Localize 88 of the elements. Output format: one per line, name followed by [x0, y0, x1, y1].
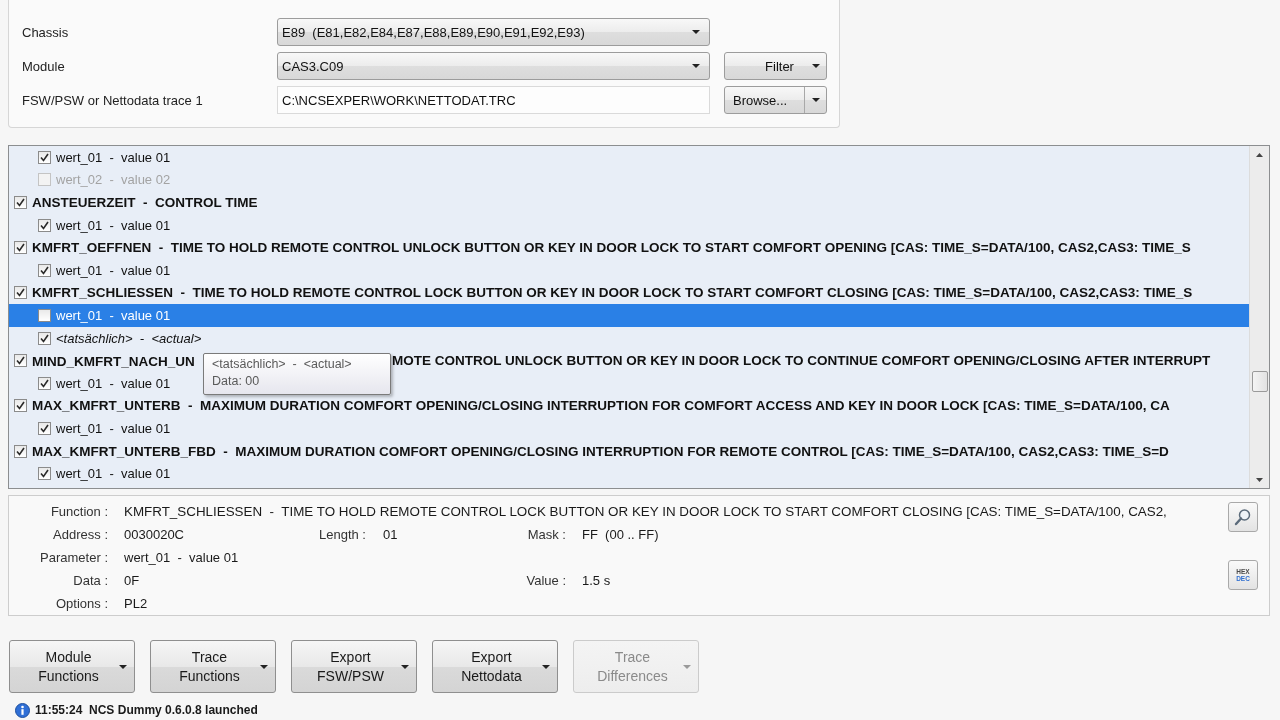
- caret-icon: [812, 64, 820, 68]
- tree-item-label[interactable]: MIND_KMFRT_NACH_UN: [32, 353, 195, 369]
- detail-value: FF (00 .. FF): [582, 527, 659, 542]
- caret-icon: [692, 64, 700, 68]
- tree-item-label[interactable]: wert_01 - value 01: [56, 262, 171, 278]
- browse-button[interactable]: Browse...: [724, 86, 827, 114]
- detail-label: Address :: [53, 527, 109, 542]
- checkbox[interactable]: [38, 263, 51, 277]
- checkmark-icon: [40, 220, 49, 230]
- checkbox[interactable]: [38, 331, 51, 345]
- detail-value: 01: [383, 527, 398, 542]
- checkmark-icon: [40, 152, 49, 162]
- text-field[interactable]: C:\NCSEXPER\WORK\NETTODAT.TRC: [277, 86, 710, 114]
- tree-item-label[interactable]: KMFRT_OEFFNEN - TIME TO HOLD REMOTE CONTROL UNLOCK BUTTON OR KEY IN DOOR LOCK TO START COMFORT OPENING [CAS: TIME_S=DATA/100, CAS2,CAS3: TIME_S: [32, 240, 1191, 256]
- detail-value: 0030020C: [124, 527, 184, 542]
- tree-item-label[interactable]: <tatsächlich> - <actual>: [56, 330, 202, 346]
- detail-label: Mask :: [527, 527, 567, 542]
- checkbox[interactable]: [14, 241, 27, 255]
- tree-item-label[interactable]: KMFRT_SCHLIESSEN - TIME TO HOLD REMOTE CONTROL LOCK BUTTON OR KEY IN DOOR LOCK TO START COMFORT CLOSING [CAS: TIME_S=DATA/100, CAS2,CAS3: TIME_S: [32, 285, 1193, 301]
- checkmark-icon: [16, 288, 25, 298]
- tree-item-label[interactable]: ANSTEUERZEIT - CONTROL TIME: [32, 195, 258, 210]
- dropdown[interactable]: CAS3.C09: [277, 52, 710, 80]
- menu-button[interactable]: Module Functions: [9, 640, 135, 693]
- checkmark-icon: [40, 378, 49, 388]
- tree-item-label[interactable]: wert_01 - value 01: [56, 420, 171, 436]
- tree-item-label[interactable]: MAX_KMFRT_UNTERB - MAXIMUM DURATION COMFORT OPENING/CLOSING INTERRUPTION FOR COMFORT ACCESS AND KEY IN DOOR LOCK [CAS: TIME_S=DATA/100, CA: [32, 398, 1170, 414]
- caret-icon: [683, 664, 691, 669]
- field-label: Chassis: [22, 24, 69, 40]
- caret-icon: [692, 30, 700, 34]
- checkmark-icon: [40, 333, 49, 343]
- field-label: FSW/PSW or Nettodata trace 1: [22, 92, 203, 108]
- checkbox[interactable]: [38, 308, 51, 322]
- caret-icon: [542, 664, 550, 669]
- menu-button[interactable]: Export FSW/PSW: [291, 640, 417, 693]
- caret-down-icon: [1256, 477, 1263, 482]
- checkmark-icon: [16, 243, 25, 253]
- tree-item-label[interactable]: wert_01 - value 01: [56, 149, 171, 165]
- caret-icon: [119, 664, 127, 669]
- tree-item-label[interactable]: wert_01 - value 01: [56, 217, 171, 233]
- detail-label: Data :: [73, 573, 109, 588]
- menu-button[interactable]: Export Nettodata: [432, 640, 558, 693]
- filter-button[interactable]: Filter: [724, 52, 827, 80]
- detail-label: Parameter :: [40, 550, 109, 565]
- search-button[interactable]: [1228, 502, 1258, 532]
- checkmark-icon: [40, 469, 49, 479]
- tooltip-text: Data: 00: [212, 374, 260, 389]
- checkbox[interactable]: [14, 354, 27, 368]
- tree-item-label[interactable]: wert_01 - value 01: [56, 375, 171, 391]
- detail-label: Options :: [55, 596, 109, 611]
- detail-value: KMFRT_SCHLIESSEN - TIME TO HOLD REMOTE CONTROL LOCK BUTTON OR KEY IN DOOR LOCK TO START COMFORT CLOSING [CAS: TIME_S=DATA/100, CAS2,: [124, 504, 1167, 519]
- checkbox[interactable]: [14, 444, 27, 458]
- detail-label: Value :: [526, 573, 567, 588]
- menu-button[interactable]: Trace Functions: [150, 640, 276, 693]
- checkmark-icon: [16, 446, 25, 456]
- tree-item-label[interactable]: MAX_KMFRT_UNTERB_FBD - MAXIMUM DURATION COMFORT OPENING/CLOSING INTERRUPTION FOR REMOTE CONTROL [CAS: TIME_S=DATA/100, CAS2,CAS3: TIME_S=D: [32, 443, 1169, 459]
- caret-icon: [812, 98, 820, 102]
- detail-value: PL2: [124, 596, 148, 611]
- caret-icon: [260, 664, 268, 669]
- status-text: 11:55:24 NCS Dummy 0.6.0.8 launched: [35, 703, 258, 717]
- tree-item-label[interactable]: wert_01 - value 01: [56, 307, 171, 323]
- search-icon: [1234, 508, 1252, 526]
- checkbox[interactable]: [14, 196, 27, 209]
- tooltip-title: <tatsächlich> - <actual>: [212, 357, 352, 372]
- detail-label: Length :: [319, 527, 367, 542]
- checkbox[interactable]: [14, 286, 27, 300]
- dropdown[interactable]: E89 (E81,E82,E84,E87,E88,E89,E90,E91,E92,E93): [277, 18, 710, 46]
- checkmark-icon: [40, 423, 49, 433]
- detail-value: 0F: [124, 573, 140, 588]
- checkbox[interactable]: [38, 467, 51, 481]
- detail-label: Function :: [50, 504, 109, 519]
- detail-value: wert_01 - value 01: [124, 550, 239, 565]
- caret-icon: [401, 664, 409, 669]
- checkbox[interactable]: [38, 218, 51, 232]
- checkmark-icon: [16, 401, 25, 411]
- checkmark-icon: [40, 265, 49, 275]
- scrollbar-thumb[interactable]: [1251, 371, 1268, 392]
- tree-item-label[interactable]: MOTE CONTROL UNLOCK BUTTON OR KEY IN DOOR LOCK TO CONTINUE COMFORT OPENING/CLOSING AFTER INTERRUPT: [392, 353, 1211, 369]
- checkbox[interactable]: [14, 399, 27, 413]
- caret-up-icon: [1256, 152, 1263, 157]
- field-label: Module: [22, 58, 65, 74]
- detail-value: 1.5 s: [582, 573, 611, 588]
- checkbox[interactable]: [38, 376, 51, 390]
- checkbox[interactable]: [38, 421, 51, 435]
- checkmark-icon: [16, 198, 25, 207]
- info-icon: [15, 702, 30, 718]
- checkbox[interactable]: [38, 150, 51, 164]
- checkmark-icon: [16, 356, 25, 366]
- tree-item-label[interactable]: wert_01 - value 01: [56, 466, 171, 482]
